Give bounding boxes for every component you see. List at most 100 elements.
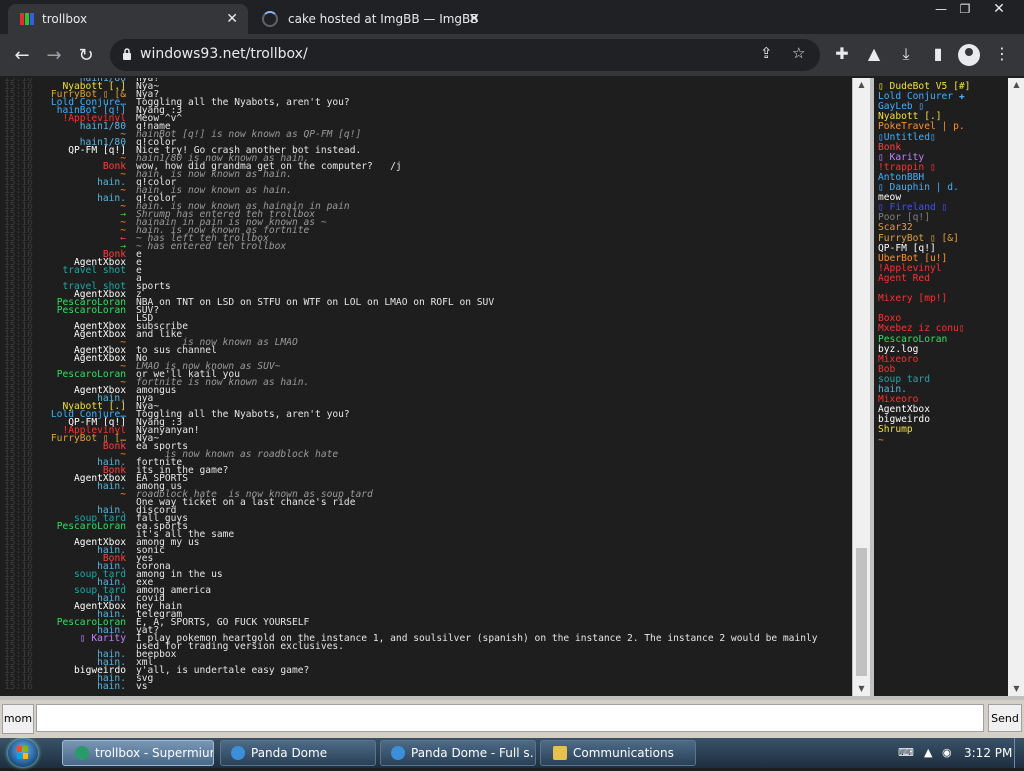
message-nick[interactable]: PescaroLoran [57, 522, 126, 532]
message-nick[interactable]: PescaroLoran [57, 370, 126, 380]
chat-message: 15:16 ▯ Karity I play pokemon heartgold on… [0, 634, 852, 644]
close-tab-icon[interactable]: ✕ [468, 11, 480, 27]
scroll-down-icon[interactable]: ▼ [853, 682, 870, 696]
user-list-item[interactable]: Agent Red [878, 273, 930, 284]
chat-message: 15:16 bigweirdo y'all, is undertale easy g… [0, 666, 852, 676]
chat-message: 15:16 hain. q!color [0, 194, 852, 204]
taskbar-item-trollbox[interactable]: trollbox - Supermium [62, 740, 214, 766]
chat-message: 15:16 used for trading version exclusives… [0, 642, 852, 652]
forward-arrow-icon[interactable]: → [40, 42, 68, 70]
lock-icon [123, 48, 131, 60]
taskbar-item-panda-dome-full[interactable]: Panda Dome - Full s… [380, 740, 536, 766]
tab-trollbox[interactable]: trollbox ✕ [8, 4, 248, 34]
message-nick[interactable]: ▯ Karity [80, 634, 126, 644]
chat-message: 15:16 hain. sonic [0, 546, 852, 556]
labs-flask-icon[interactable]: ▲ [862, 44, 886, 63]
message-nick[interactable]: hain. [97, 682, 126, 692]
system-clock[interactable]: 3:12 PM [964, 746, 1012, 760]
message-nick[interactable]: ~ [120, 490, 126, 500]
message-nick[interactable]: AgentXbox [74, 330, 126, 340]
message-text: to sus channel [136, 345, 217, 356]
user-list-item[interactable]: Shrump [878, 425, 913, 435]
chat-message: 15:16 hain. among us [0, 482, 852, 492]
close-window-icon[interactable]: ✕ [984, 0, 1014, 18]
show-hidden-icons-icon[interactable]: ▲ [924, 746, 932, 759]
user-list-item[interactable]: Scar32 [878, 223, 913, 233]
user-list-item[interactable]: ▯Untitled▯ [878, 132, 936, 143]
chat-message: 15:16 Nyabott [.] Nya~ [0, 82, 852, 92]
back-arrow-icon[interactable]: ← [8, 42, 36, 70]
browser-tab-strip: trollbox ✕ cake hosted at ImgBB — ImgBB … [0, 0, 1024, 34]
extensions-puzzle-icon[interactable]: ✚ [830, 44, 854, 63]
chat-message: 15:16 hain. corona [0, 562, 852, 572]
chat-message: 15:16 travel shot e [0, 266, 852, 276]
user-list-item[interactable]: ~ [878, 435, 884, 446]
chat-message: 15:16 a [0, 274, 852, 284]
bookmark-star-icon[interactable]: ☆ [792, 44, 805, 62]
message-nick[interactable]: QP-FM [q!] [68, 146, 126, 156]
user-list-item[interactable]: FurryBot ▯ [&] [878, 233, 959, 244]
chat-message: 15:16 AgentXbox to sus channel [0, 345, 852, 356]
message-nick[interactable]: AgentXbox [74, 354, 126, 364]
message-input[interactable] [36, 704, 984, 732]
close-tab-icon[interactable]: ✕ [226, 11, 238, 27]
message-nick[interactable]: hain1/80 [80, 122, 126, 132]
chat-message: 15:16 soup tard among in the us [0, 570, 852, 580]
scroll-up-icon[interactable]: ▲ [853, 78, 870, 92]
chat-message: 15:16 PescaroLoran NBA on TNT on LSD on ST… [0, 298, 852, 308]
browser-toolbar: ← → ↻ windows93.net/trollbox/ ⇪ ☆ ✚ ▲ ⤓ … [0, 34, 1024, 76]
system-message: 15:16 ~ fortnite is now known as hain. [0, 378, 852, 388]
scroll-down-icon[interactable]: ▼ [1008, 682, 1024, 696]
chat-message: 15:16 PescaroLoran ea.sports [0, 522, 852, 532]
restore-window-icon[interactable]: ❐ [950, 0, 980, 18]
tab-imgbb[interactable]: cake hosted at ImgBB — ImgBB ✕ [252, 4, 490, 34]
user-list-item[interactable]: Mixery [mp!] [878, 294, 947, 304]
message-text: ~ has entered teh trollbox [136, 241, 287, 252]
message-input-bar: mom Send [0, 700, 1024, 738]
supermium-icon [75, 746, 89, 760]
network-icon[interactable]: ◉ [942, 746, 952, 759]
chat-message: 15:16 AgentXbox EA SPORTS [0, 474, 852, 484]
chat-message: 15:16 Lold Conjure… Toggling all the Nyabo… [0, 410, 852, 420]
chat-scroll-thumb[interactable] [856, 548, 867, 676]
user-list-scrollbar[interactable]: ▲ ▼ [1008, 78, 1024, 696]
message-nick[interactable]: PescaroLoran [57, 306, 126, 316]
user-list-item[interactable]: Mxebez iz conu▯ [878, 324, 965, 334]
tab-title: trollbox [42, 12, 88, 26]
chat-message: 15:16 QP-FM [q!] Nice try! Go crash anothe… [0, 146, 852, 156]
trollbox-favicon-icon [20, 13, 34, 25]
taskbar-item-panda-dome[interactable]: Panda Dome [220, 740, 376, 766]
scroll-up-icon[interactable]: ▲ [1008, 78, 1024, 92]
chat-log: 15:16 hain1/80 nya! 15:16 Nyabott [.] Nya~ 15:… [0, 78, 852, 696]
chat-message: 15:16 LSD [0, 314, 852, 324]
message-nick[interactable]: travel shot [62, 266, 126, 276]
user-list-item[interactable]: PescaroLoran [878, 334, 947, 345]
chat-message: 15:16 AgentXbox hey hain [0, 602, 852, 612]
side-panel-icon[interactable]: ▮ [926, 44, 950, 63]
download-icon[interactable]: ⤓ [894, 44, 918, 64]
keyboard-icon[interactable]: ⌨ [898, 746, 914, 759]
chat-message: 15:16 AgentXbox amongus [0, 386, 852, 396]
chat-message: 15:16 hain. discord [0, 506, 852, 516]
share-icon[interactable]: ⇪ [760, 44, 773, 62]
send-button[interactable]: Send [988, 704, 1022, 732]
system-message: 15:16 ~ is now known as roadblock hate [0, 450, 852, 460]
chat-message: 15:16 PescaroLoran or we'll katil you [0, 370, 852, 380]
reload-icon[interactable]: ↻ [72, 42, 100, 70]
chat-message: 15:16 hain. svg [0, 674, 852, 684]
chat-message: 15:16 travel shot sports [0, 282, 852, 292]
loading-spinner-icon [262, 11, 278, 27]
nickname-button[interactable]: mom [2, 704, 34, 734]
start-button[interactable] [8, 739, 38, 767]
menu-kebab-icon[interactable]: ⋮ [990, 44, 1014, 63]
show-desktop-button[interactable] [1014, 738, 1024, 768]
chat-message: 15:16 FurryBot ▯ [& Nya? [0, 90, 852, 100]
address-bar[interactable]: windows93.net/trollbox/ ⇪ ☆ [110, 39, 820, 71]
system-message: 15:16 ~ is now known as LMAO [0, 338, 852, 348]
chat-scrollbar[interactable]: ▲ ▼ [853, 78, 870, 696]
chat-message: 15:16 Bonk its in the game? [0, 466, 852, 476]
message-text: E, A, SPORTS, GO FUCK YOURSELF [136, 617, 310, 628]
taskbar-item-communications[interactable]: Communications [540, 740, 696, 766]
user-list-item[interactable]: PokeTravel | p. [878, 122, 965, 132]
profile-avatar-icon[interactable] [958, 44, 980, 66]
